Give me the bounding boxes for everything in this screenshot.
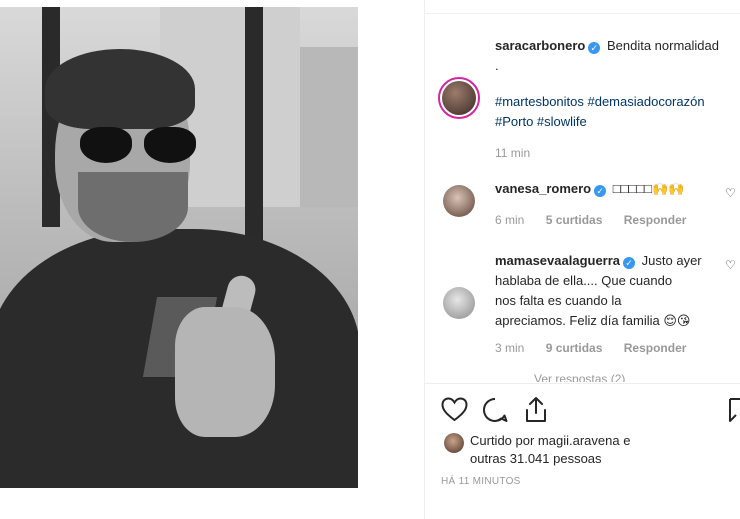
caption-line-2: . xyxy=(495,58,499,73)
comment-2-like-heart-icon[interactable]: ♡ xyxy=(725,258,736,272)
verified-icon: ✓ xyxy=(588,42,601,54)
verified-icon: ✓ xyxy=(594,185,607,197)
commenter-avatar[interactable] xyxy=(443,287,475,319)
caption-time: 11 min xyxy=(495,146,531,160)
background-building xyxy=(300,47,358,207)
comment-2-text-3: nos falta es cuando la xyxy=(495,293,622,308)
sunglasses xyxy=(80,127,200,167)
post-photo[interactable] xyxy=(0,7,358,488)
author-username[interactable]: saracarbonero xyxy=(495,38,585,53)
comment-2-username[interactable]: mamasevaalaguerra xyxy=(495,253,620,268)
bookmark-icon[interactable] xyxy=(728,397,740,423)
comment-1-body: vanesa_romero ✓ □□□□□🙌🙌 xyxy=(495,179,684,199)
caption-line-1: saracarbonero ✓ Bendita normalidad xyxy=(495,36,719,56)
liked-by[interactable]: Curtido por magii.aravena e outras 31.04… xyxy=(470,432,630,468)
comment-2-line-1: mamasevaalaguerra ✓ Justo ayer xyxy=(495,251,702,271)
post-timestamp: HÁ 11 MINUTOS xyxy=(441,476,521,487)
comment-1-likes[interactable]: 5 curtidas xyxy=(546,213,603,227)
liked-by-line-2[interactable]: outras 31.041 pessoas xyxy=(470,450,630,468)
heart-icon[interactable] xyxy=(441,397,468,422)
caption-text: Bendita normalidad xyxy=(606,38,719,53)
comment-2-text-1: Justo ayer xyxy=(641,253,702,268)
hair xyxy=(45,49,195,129)
comment-1-text: □□□□□🙌🙌 xyxy=(612,181,685,196)
beard xyxy=(78,172,188,242)
verified-icon: ✓ xyxy=(623,257,636,269)
divider xyxy=(424,13,740,14)
comment-2-text-2: hablaba de ella.... Que cuando xyxy=(495,273,673,288)
comment-1-time: 6 min xyxy=(495,213,525,227)
hashtags-line-2[interactable]: #Porto #slowlife xyxy=(495,112,587,132)
comment-2-likes[interactable]: 9 curtidas xyxy=(546,341,603,355)
share-icon[interactable] xyxy=(523,396,549,423)
comment-icon[interactable] xyxy=(482,397,508,423)
divider xyxy=(424,383,740,384)
comment-1-like-heart-icon[interactable]: ♡ xyxy=(725,186,736,200)
view-replies-link[interactable]: Ver respostas (2) xyxy=(534,372,625,382)
comment-2-meta: 3 min 9 curtidas Responder xyxy=(495,341,686,355)
comment-1-meta: 6 min 5 curtidas Responder xyxy=(495,213,686,227)
comment-1-username[interactable]: vanesa_romero xyxy=(495,181,591,196)
background-pole xyxy=(245,7,263,267)
comment-1-reply-button[interactable]: Responder xyxy=(624,213,687,227)
commenter-avatar[interactable] xyxy=(443,185,475,217)
liked-by-line-1[interactable]: Curtido por magii.aravena e xyxy=(470,432,630,450)
comment-2-text-4: apreciamos. Feliz día familia 😌😘 xyxy=(495,313,691,328)
hand xyxy=(175,307,275,437)
comment-2-reply-button[interactable]: Responder xyxy=(624,341,687,355)
author-avatar[interactable] xyxy=(438,77,480,119)
comment-2-time: 3 min xyxy=(495,341,525,355)
hashtags-line-1[interactable]: #martesbonitos #demasiadocorazón xyxy=(495,92,705,112)
liker-avatar[interactable] xyxy=(444,433,464,453)
